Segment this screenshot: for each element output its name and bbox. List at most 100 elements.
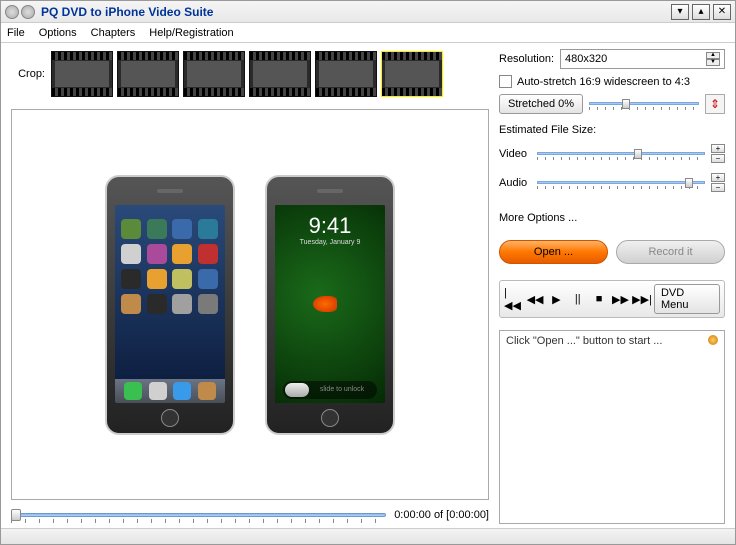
- app-icon: [147, 219, 167, 239]
- app-icon: [121, 244, 141, 264]
- maximize-button[interactable]: ▴: [692, 4, 710, 20]
- iphone-lock: 9:41 Tuesday, January 9 slide to unlock: [265, 175, 395, 435]
- dock-icon: [124, 382, 142, 400]
- slide-to-unlock: slide to unlock: [283, 381, 377, 399]
- crop-label: Crop:: [11, 68, 45, 80]
- crop-row: Crop:: [11, 49, 489, 99]
- app-window: PQ DVD to iPhone Video Suite ▾ ▴ ✕ File …: [0, 0, 736, 545]
- app-icon: [198, 219, 218, 239]
- play-button[interactable]: ▶: [547, 290, 566, 308]
- reset-stretch-icon[interactable]: ⇕: [705, 94, 725, 114]
- stretched-button[interactable]: Stretched 0%: [499, 94, 583, 114]
- video-row: Video + −: [499, 144, 725, 163]
- lock-date: Tuesday, January 9: [275, 239, 385, 246]
- close-button[interactable]: ✕: [713, 4, 731, 20]
- audio-plus[interactable]: +: [711, 173, 725, 182]
- menu-options[interactable]: Options: [39, 27, 77, 39]
- dock-icon: [198, 382, 216, 400]
- record-button[interactable]: Record it: [616, 240, 725, 264]
- app-icon: [121, 269, 141, 289]
- menu-chapters[interactable]: Chapters: [91, 27, 136, 39]
- resolution-spinner[interactable]: ▲▼: [706, 52, 720, 66]
- right-column: Resolution: 480x320 ▲▼ Auto-stretch 16:9…: [499, 49, 725, 524]
- stretch-row: Stretched 0% ⇕: [499, 94, 725, 114]
- app-icon: [198, 294, 218, 314]
- app-grid: [121, 219, 219, 314]
- home-button-icon: [161, 409, 179, 427]
- app-icon: [121, 294, 141, 314]
- clownfish-icon: [313, 296, 337, 312]
- menu-help[interactable]: Help/Registration: [149, 27, 233, 39]
- autostretch-checkbox[interactable]: [499, 75, 512, 88]
- dock: [115, 379, 225, 403]
- app-icons: [5, 5, 35, 19]
- ffwd-button[interactable]: ▶▶: [611, 290, 630, 308]
- resolution-value: 480x320: [565, 53, 607, 65]
- video-plus[interactable]: +: [711, 144, 725, 153]
- home-button-icon: [321, 409, 339, 427]
- earpiece: [157, 189, 183, 193]
- app-icon: [198, 244, 218, 264]
- video-stepper[interactable]: + −: [711, 144, 725, 163]
- phone-screen: 9:41 Tuesday, January 9 slide to unlock: [275, 205, 385, 403]
- video-minus[interactable]: −: [711, 154, 725, 163]
- slide-text: slide to unlock: [309, 386, 375, 393]
- crop-thumb[interactable]: [183, 51, 245, 97]
- crop-thumb[interactable]: [315, 51, 377, 97]
- autostretch-row: Auto-stretch 16:9 widescreen to 4:3: [499, 75, 725, 88]
- dvd-menu-button[interactable]: DVD Menu: [654, 284, 720, 314]
- video-slider[interactable]: [537, 147, 705, 161]
- more-options-link[interactable]: More Options ...: [499, 212, 725, 224]
- seek-slider[interactable]: [11, 508, 386, 522]
- content: Crop:: [1, 43, 735, 528]
- open-button[interactable]: Open ...: [499, 240, 608, 264]
- phone-screen: [115, 205, 225, 403]
- app-icon: [147, 269, 167, 289]
- crop-thumb-selected[interactable]: [381, 51, 443, 97]
- seek-time: 0:00:00 of [0:00:00]: [394, 509, 489, 521]
- pause-button[interactable]: ||: [568, 290, 587, 308]
- audio-slider[interactable]: [537, 176, 705, 190]
- statusbar: [1, 528, 735, 544]
- app-icon: [172, 244, 192, 264]
- app-icon: [198, 269, 218, 289]
- app-icon: [172, 219, 192, 239]
- springboard: [115, 205, 225, 403]
- app-icon: [147, 244, 167, 264]
- rewind-button[interactable]: ◀◀: [525, 290, 544, 308]
- seek-row: 0:00:00 of [0:00:00]: [11, 506, 489, 524]
- menu-file[interactable]: File: [7, 27, 25, 39]
- resolution-row: Resolution: 480x320 ▲▼: [499, 49, 725, 69]
- crop-thumb[interactable]: [249, 51, 311, 97]
- skip-end-button[interactable]: ▶▶|: [632, 290, 652, 308]
- resolution-label: Resolution:: [499, 53, 554, 65]
- window-buttons: ▾ ▴ ✕: [671, 4, 731, 20]
- earpiece: [317, 189, 343, 193]
- app-icon: [121, 219, 141, 239]
- estimated-group: Estimated File Size: Video + − Audio: [499, 124, 725, 202]
- skip-start-button[interactable]: |◀◀: [504, 290, 523, 308]
- minimize-button[interactable]: ▾: [671, 4, 689, 20]
- app-icon: [21, 5, 35, 19]
- audio-minus[interactable]: −: [711, 183, 725, 192]
- action-row: Open ... Record it: [499, 240, 725, 264]
- slide-knob: [285, 383, 309, 397]
- app-icon: [5, 5, 19, 19]
- transport-bar: |◀◀ ◀◀ ▶ || ■ ▶▶ ▶▶| DVD Menu: [499, 280, 725, 318]
- video-label: Video: [499, 148, 531, 160]
- stretch-slider[interactable]: [589, 97, 699, 111]
- autostretch-label: Auto-stretch 16:9 widescreen to 4:3: [517, 76, 690, 88]
- crop-thumb[interactable]: [51, 51, 113, 97]
- dock-icon: [149, 382, 167, 400]
- audio-row: Audio + −: [499, 173, 725, 192]
- app-icon: [172, 294, 192, 314]
- menubar: File Options Chapters Help/Registration: [1, 23, 735, 43]
- log-box: Click "Open ..." button to start ...: [499, 330, 725, 524]
- iphone-home: [105, 175, 235, 435]
- resolution-select[interactable]: 480x320 ▲▼: [560, 49, 725, 69]
- titlebar: PQ DVD to iPhone Video Suite ▾ ▴ ✕: [1, 1, 735, 23]
- audio-stepper[interactable]: + −: [711, 173, 725, 192]
- estimated-title: Estimated File Size:: [499, 124, 725, 136]
- crop-thumb[interactable]: [117, 51, 179, 97]
- stop-button[interactable]: ■: [589, 290, 608, 308]
